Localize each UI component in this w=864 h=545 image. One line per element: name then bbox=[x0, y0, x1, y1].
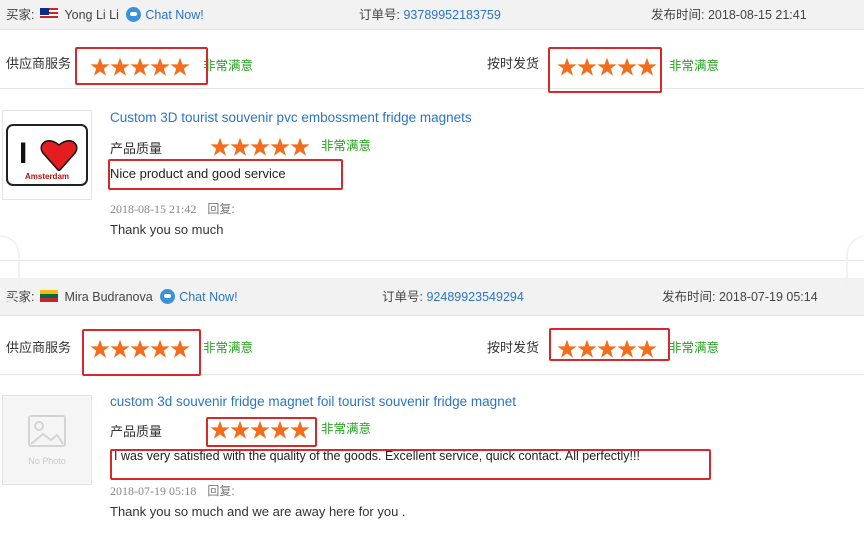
product-title-link[interactable]: custom 3d souvenir fridge magnet foil to… bbox=[110, 394, 516, 409]
seller-reply: Thank you so much bbox=[110, 222, 224, 237]
comment-time: 2018-08-15 21:42 bbox=[110, 202, 197, 216]
product-quality-stars bbox=[210, 137, 310, 157]
review-header: 买家: Mira Budranova Chat Now! 订单号: 924899… bbox=[0, 278, 864, 316]
star-icon bbox=[577, 57, 597, 76]
order-info: 订单号: 92489923549294 bbox=[382, 278, 524, 316]
star-icon bbox=[250, 137, 270, 156]
on-time-delivery-stars bbox=[557, 339, 657, 359]
buyer-name: Yong Li Li bbox=[64, 8, 119, 22]
star-icon bbox=[270, 137, 290, 156]
star-icon bbox=[170, 339, 190, 358]
order-label: 订单号: bbox=[359, 8, 400, 22]
product-quality-rating-text: 非常满意 bbox=[321, 422, 372, 436]
star-icon bbox=[290, 420, 310, 439]
chat-icon[interactable] bbox=[126, 7, 142, 22]
reply-label: 回复: bbox=[207, 484, 235, 498]
star-icon bbox=[110, 339, 130, 358]
buyer-info: 买家: Mira Budranova Chat Now! bbox=[6, 278, 238, 316]
comment-time: 2018-07-19 05:18 bbox=[110, 484, 197, 498]
supplier-service-stars bbox=[90, 57, 190, 77]
review-card: 买家: Mira Budranova Chat Now! 订单号: 924899… bbox=[0, 278, 864, 545]
star-icon bbox=[210, 420, 230, 439]
next-arrow-icon[interactable] bbox=[846, 235, 864, 305]
star-icon bbox=[557, 57, 577, 76]
svg-text:I: I bbox=[19, 137, 27, 170]
i-love-amsterdam-magnet-image: I Amsterdam bbox=[6, 124, 88, 186]
star-icon bbox=[617, 339, 637, 358]
order-label: 订单号: bbox=[382, 290, 423, 304]
star-icon bbox=[90, 57, 110, 76]
star-icon bbox=[230, 137, 250, 156]
ratings-row: 供应商服务 非常满意 按时发货 非常满意 bbox=[0, 317, 864, 375]
divider bbox=[0, 260, 864, 261]
supplier-service-rating-text: 非常满意 bbox=[203, 59, 254, 73]
star-icon bbox=[150, 339, 170, 358]
star-icon bbox=[110, 57, 130, 76]
star-icon bbox=[150, 57, 170, 76]
on-time-delivery-rating-text: 非常满意 bbox=[669, 59, 720, 73]
no-photo-placeholder-image: No Photo bbox=[3, 396, 91, 484]
buyer-label: 买家: bbox=[6, 8, 35, 22]
review-header: 买家: Yong Li Li Chat Now! 订单号: 9378995218… bbox=[0, 0, 864, 30]
chat-now-link[interactable]: Chat Now! bbox=[145, 8, 203, 22]
order-number-link[interactable]: 92489923549294 bbox=[426, 290, 523, 304]
star-icon bbox=[130, 339, 150, 358]
product-quality-rating-text: 非常满意 bbox=[321, 139, 372, 153]
star-icon bbox=[597, 57, 617, 76]
chat-now-link[interactable]: Chat Now! bbox=[179, 290, 237, 304]
product-thumbnail[interactable]: No Photo bbox=[2, 395, 92, 485]
comment-meta: 2018-07-19 05:18 回复: bbox=[110, 482, 235, 499]
star-icon bbox=[210, 137, 230, 156]
supplier-service-rating-text: 非常满意 bbox=[203, 341, 254, 355]
publish-info: 发布时间: 2018-08-15 21:41 bbox=[651, 0, 807, 30]
star-icon bbox=[597, 339, 617, 358]
lithuania-flag-icon bbox=[39, 290, 58, 302]
star-icon bbox=[250, 420, 270, 439]
star-icon bbox=[577, 339, 597, 358]
supplier-service-label: 供应商服务 bbox=[6, 56, 72, 71]
star-icon bbox=[230, 420, 250, 439]
comment-meta: 2018-08-15 21:42 回复: bbox=[110, 200, 235, 217]
ratings-row: 供应商服务 非常满意 按时发货 非常满意 bbox=[0, 31, 864, 89]
star-icon bbox=[130, 57, 150, 76]
star-icon bbox=[557, 339, 577, 358]
prev-arrow-icon[interactable] bbox=[0, 235, 20, 305]
review-comment: Nice product and good service bbox=[110, 166, 286, 181]
review-card: 买家: Yong Li Li Chat Now! 订单号: 9378995218… bbox=[0, 0, 864, 270]
product-quality-label: 产品质量 bbox=[110, 424, 163, 439]
on-time-delivery-stars bbox=[557, 57, 657, 77]
on-time-delivery-label: 按时发货 bbox=[487, 56, 540, 71]
publish-time: 2018-08-15 21:41 bbox=[707, 8, 807, 22]
star-icon bbox=[617, 57, 637, 76]
on-time-delivery-label: 按时发货 bbox=[487, 340, 540, 355]
publish-time: 2018-07-19 05:14 bbox=[718, 290, 818, 304]
product-quality-label: 产品质量 bbox=[110, 141, 163, 156]
svg-text:Amsterdam: Amsterdam bbox=[25, 172, 69, 181]
publish-label: 发布时间: bbox=[651, 8, 705, 22]
star-icon bbox=[637, 57, 657, 76]
star-icon bbox=[637, 339, 657, 358]
buyer-name: Mira Budranova bbox=[64, 290, 153, 304]
publish-label: 发布时间: bbox=[662, 290, 716, 304]
chat-icon[interactable] bbox=[160, 289, 176, 304]
buyer-info: 买家: Yong Li Li Chat Now! bbox=[6, 0, 204, 30]
malaysia-flag-icon bbox=[39, 8, 58, 20]
reply-label: 回复: bbox=[207, 202, 235, 216]
seller-reply: Thank you so much and we are away here f… bbox=[110, 504, 406, 519]
supplier-service-label: 供应商服务 bbox=[6, 340, 72, 355]
product-quality-stars bbox=[210, 420, 310, 440]
on-time-delivery-rating-text: 非常满意 bbox=[669, 341, 720, 355]
star-icon bbox=[90, 339, 110, 358]
product-title-link[interactable]: Custom 3D tourist souvenir pvc embossmen… bbox=[110, 110, 472, 125]
supplier-service-stars bbox=[90, 339, 190, 359]
star-icon bbox=[290, 137, 310, 156]
order-number-link[interactable]: 93789952183759 bbox=[403, 8, 500, 22]
review-comment: I was very satisfied with the quality of… bbox=[114, 449, 640, 463]
star-icon bbox=[170, 57, 190, 76]
product-thumbnail[interactable]: I Amsterdam bbox=[2, 110, 92, 200]
publish-info: 发布时间: 2018-07-19 05:14 bbox=[662, 278, 818, 316]
svg-text:No Photo: No Photo bbox=[28, 456, 66, 466]
order-info: 订单号: 93789952183759 bbox=[359, 0, 501, 30]
star-icon bbox=[270, 420, 290, 439]
